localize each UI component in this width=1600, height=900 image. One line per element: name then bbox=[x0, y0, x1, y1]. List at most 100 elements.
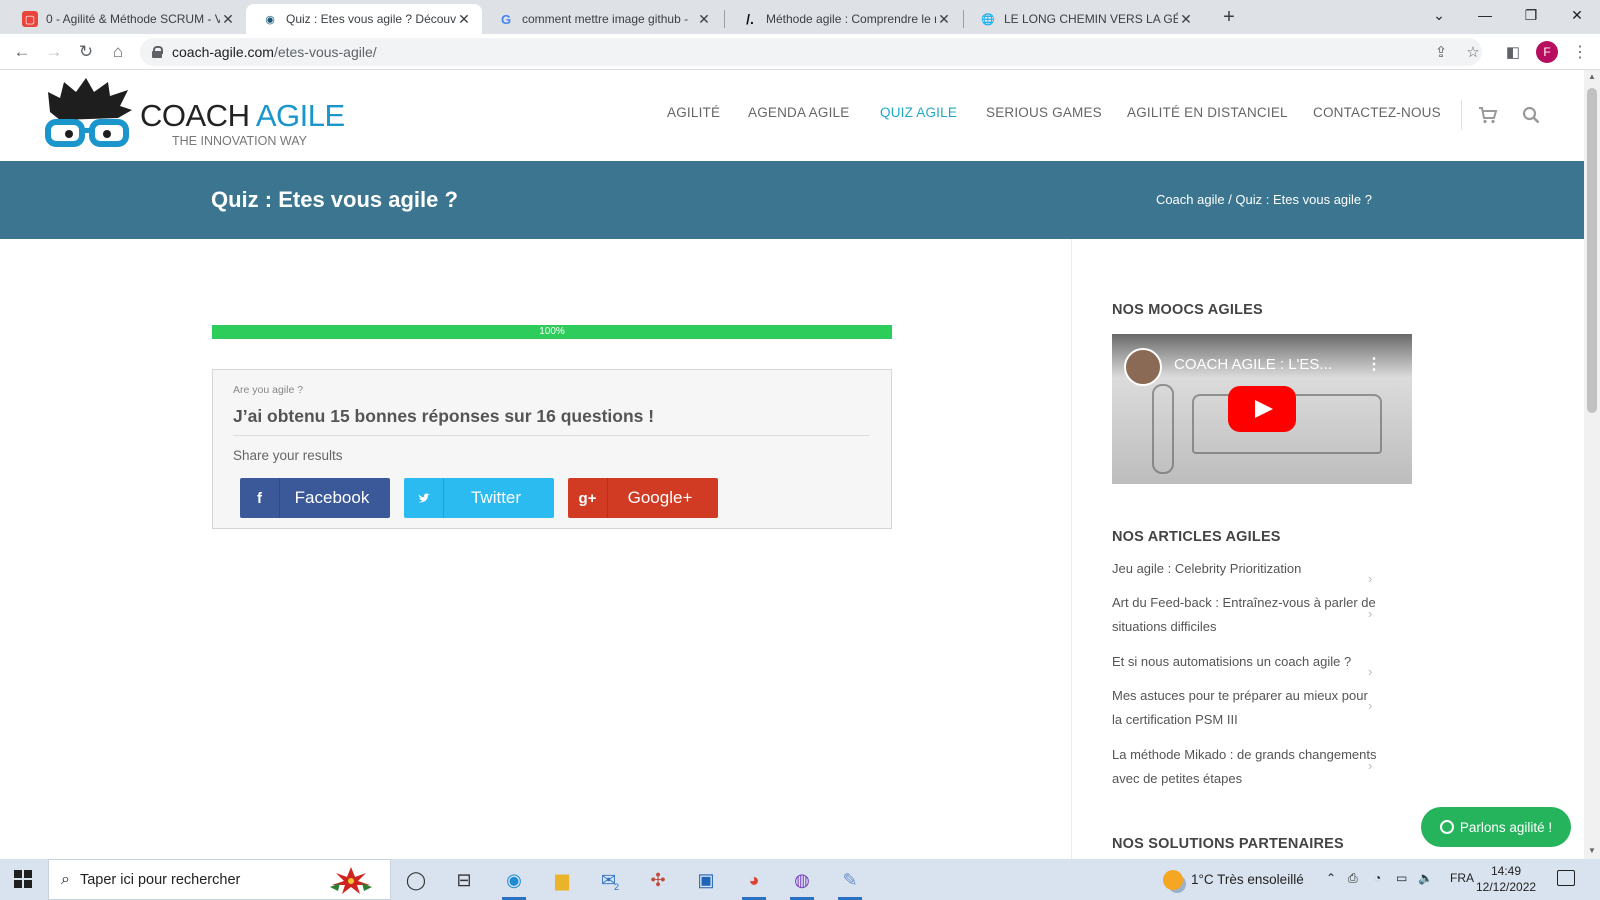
meet-now-icon[interactable]: ⎙ bbox=[1348, 871, 1358, 886]
share-twitter-button[interactable]: Twitter bbox=[404, 478, 554, 518]
nav-item-agenda-agile[interactable]: AGENDA AGILE bbox=[748, 105, 849, 120]
video-more-icon[interactable]: ⋮ bbox=[1366, 354, 1382, 374]
close-icon[interactable]: ✕ bbox=[696, 11, 712, 28]
quiz-result-text: J’ai obtenu 15 bonnes réponses sur 16 qu… bbox=[233, 406, 869, 436]
reload-icon[interactable]: ↻ bbox=[74, 40, 98, 64]
nav-item-quiz-agile[interactable]: QUIZ AGILE bbox=[880, 105, 957, 120]
chrome-icon[interactable]: ◕ bbox=[734, 865, 774, 900]
breadcrumb[interactable]: Coach agile / Quiz : Etes vous agile ? bbox=[1156, 192, 1372, 207]
chevron-right-icon: › bbox=[1368, 664, 1373, 679]
github-desktop-icon[interactable]: ◍ bbox=[782, 865, 822, 900]
scroll-down-icon[interactable]: ▼ bbox=[1584, 846, 1600, 855]
chat-button-label: Parlons agilité ! bbox=[1459, 819, 1553, 835]
browser-tab-active[interactable]: ◉ Quiz : Etes vous agile ? Découvre ✕ bbox=[246, 4, 482, 34]
new-tab-icon[interactable]: + bbox=[1216, 6, 1242, 29]
partners-heading: NOS SOLUTIONS PARTENAIRES bbox=[1112, 836, 1344, 852]
clock-time: 14:49 bbox=[1490, 864, 1522, 878]
quiz-name: Are you agile ? bbox=[233, 384, 304, 396]
share-label: Share your results bbox=[233, 448, 343, 463]
file-explorer-icon[interactable]: ▆ bbox=[542, 865, 582, 895]
address-bar[interactable]: coach-agile.com/etes-vous-agile/ bbox=[140, 38, 1482, 66]
edge-icon[interactable]: ◉ bbox=[494, 865, 534, 900]
browser-tab[interactable]: /. Méthode agile : Comprendre le m ✕ bbox=[726, 4, 962, 34]
mooc-video-embed[interactable]: COACH AGILE : L'ES... ⋮ bbox=[1112, 334, 1412, 484]
browser-menu-icon[interactable]: ⋮ bbox=[1572, 42, 1588, 62]
google-favicon-icon: G bbox=[500, 11, 512, 27]
article-link[interactable]: Jeu agile : Celebrity Prioritization bbox=[1112, 557, 1377, 581]
taskbar-clock[interactable]: 14:49 12/12/2022 bbox=[1476, 863, 1536, 895]
profile-avatar[interactable]: F bbox=[1536, 41, 1558, 63]
tray-chevron-up-icon[interactable]: ⌃ bbox=[1326, 871, 1336, 885]
article-link[interactable]: Et si nous automatisions un coach agile … bbox=[1112, 650, 1377, 674]
video-sketch-figure bbox=[1152, 384, 1174, 474]
tab-separator bbox=[724, 10, 725, 28]
url-text: coach-agile.com/etes-vous-agile/ bbox=[172, 44, 377, 60]
mail-badge: 2 bbox=[614, 882, 620, 892]
cart-icon[interactable] bbox=[1478, 106, 1498, 124]
video-favicon-icon: ▢ bbox=[22, 11, 38, 27]
volume-icon[interactable]: 🔈 bbox=[1418, 871, 1433, 885]
close-icon[interactable]: ✕ bbox=[1178, 11, 1194, 28]
browser-toolbar: ← → ↻ ⌂ coach-agile.com/etes-vous-agile/… bbox=[0, 34, 1600, 70]
paint-icon[interactable]: ✎ bbox=[830, 865, 870, 900]
url-host: coach-agile.com bbox=[172, 44, 274, 60]
close-icon[interactable]: ✕ bbox=[220, 11, 236, 28]
browser-tab[interactable]: G comment mettre image github - ✕ bbox=[482, 4, 722, 34]
video-title[interactable]: COACH AGILE : L'ES... bbox=[1174, 356, 1332, 373]
weather-widget[interactable]: 1°C Très ensoleillé bbox=[1163, 859, 1304, 900]
share-google-plus-button[interactable]: g+ Google+ bbox=[568, 478, 718, 518]
page-scrollbar[interactable]: ▲ ▼ bbox=[1584, 70, 1600, 859]
search-icon[interactable] bbox=[1522, 106, 1540, 124]
mail-icon[interactable]: ✉ 2 bbox=[590, 865, 630, 895]
article-link[interactable]: La méthode Mikado : de grands changement… bbox=[1112, 743, 1377, 791]
nav-item-agilite[interactable]: AGILITÉ bbox=[667, 105, 720, 120]
close-window-icon[interactable]: ✕ bbox=[1562, 4, 1592, 26]
close-icon[interactable]: ✕ bbox=[936, 11, 952, 28]
article-link[interactable]: Art du Feed-back : Entraînez-vous à parl… bbox=[1112, 591, 1377, 639]
windows-start-icon[interactable] bbox=[14, 870, 32, 888]
tab-title: Méthode agile : Comprendre le m bbox=[766, 12, 936, 26]
nav-item-contactez-nous[interactable]: CONTACTEZ-NOUS bbox=[1313, 105, 1441, 120]
battery-icon[interactable]: ▭ bbox=[1396, 871, 1407, 885]
whatsapp-chat-button[interactable]: Parlons agilité ! bbox=[1421, 807, 1571, 847]
minimize-icon[interactable]: — bbox=[1470, 4, 1500, 26]
nav-item-agilite-en-distanciel[interactable]: AGILITÉ EN DISTANCIEL bbox=[1127, 105, 1288, 120]
wifi-icon[interactable]: ◔ bbox=[1374, 871, 1381, 885]
share-page-icon[interactable]: ⇪ bbox=[1430, 43, 1452, 61]
notifications-icon[interactable] bbox=[1557, 870, 1575, 886]
scroll-up-icon[interactable]: ▲ bbox=[1584, 72, 1600, 81]
bookmark-star-icon[interactable]: ☆ bbox=[1462, 43, 1484, 61]
facebook-icon: f bbox=[240, 478, 280, 518]
scrollbar-thumb[interactable] bbox=[1587, 88, 1597, 413]
share-button-label: Google+ bbox=[627, 488, 693, 507]
url-path: /etes-vous-agile/ bbox=[273, 44, 377, 60]
channel-avatar[interactable] bbox=[1124, 348, 1162, 386]
task-view-icon[interactable]: ⊟ bbox=[444, 865, 484, 895]
tab-search-chevron-icon[interactable]: ⌄ bbox=[1424, 4, 1454, 26]
play-button-icon[interactable] bbox=[1228, 386, 1296, 432]
language-indicator[interactable]: FRA bbox=[1450, 871, 1474, 885]
browser-tab[interactable]: 🌐 LE LONG CHEMIN VERS LA GÉNÉ ✕ bbox=[964, 4, 1204, 34]
share-facebook-button[interactable]: f Facebook bbox=[240, 478, 390, 518]
side-panel-icon[interactable]: ◧ bbox=[1502, 43, 1524, 61]
browser-tab[interactable]: ▢ 0 - Agilité & Méthode SCRUM - V ✕ bbox=[6, 4, 246, 34]
share-button-label: Facebook bbox=[294, 488, 370, 507]
moocs-heading: NOS MOOCS AGILES bbox=[1112, 302, 1263, 318]
home-icon[interactable]: ⌂ bbox=[106, 40, 130, 64]
quiz-result-box: Are you agile ? J’ai obtenu 15 bonnes ré… bbox=[212, 369, 892, 529]
restore-icon[interactable]: ❐ bbox=[1516, 4, 1546, 26]
logo-text: COACH AGILE bbox=[140, 98, 345, 134]
drone-app-icon[interactable]: ✣ bbox=[638, 865, 678, 895]
site-logo[interactable]: COACH AGILE THE INNOVATION WAY bbox=[44, 78, 345, 150]
close-icon[interactable]: ✕ bbox=[456, 11, 472, 28]
back-icon[interactable]: ← bbox=[10, 40, 34, 64]
nav-item-serious-games[interactable]: SERIOUS GAMES bbox=[986, 105, 1102, 120]
store-icon[interactable]: ▣ bbox=[686, 865, 726, 895]
article-link[interactable]: Mes astuces pour te préparer au mieux po… bbox=[1112, 684, 1377, 732]
forward-icon[interactable]: → bbox=[42, 40, 66, 64]
page-title: Quiz : Etes vous agile ? bbox=[211, 187, 458, 212]
cortana-icon[interactable]: ◯ bbox=[396, 865, 436, 895]
page-title-banner: Quiz : Etes vous agile ? Coach agile / Q… bbox=[0, 161, 1584, 239]
chevron-right-icon: › bbox=[1368, 606, 1373, 621]
nav-divider bbox=[1461, 100, 1462, 130]
